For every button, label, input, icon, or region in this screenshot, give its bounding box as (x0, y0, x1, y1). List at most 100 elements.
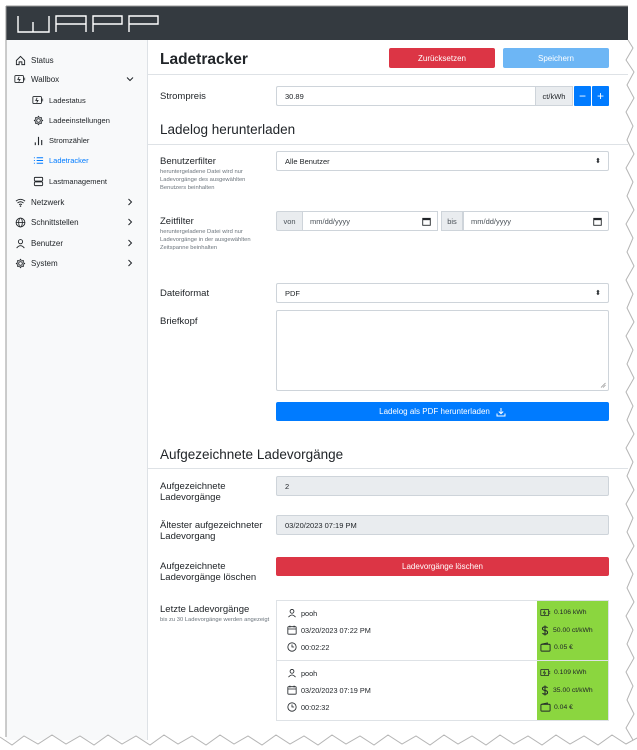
warp-logo (17, 15, 159, 33)
main-content: Ladetracker Zurücksetzen Speichern Strom… (148, 40, 628, 740)
charger-icon (32, 94, 44, 106)
clock-icon (287, 642, 297, 652)
charger-icon (540, 608, 551, 617)
decrement-button[interactable]: − (574, 86, 591, 106)
section-title-recorded: Aufgezeichnete Ladevorgänge (160, 447, 344, 462)
sidebar-item-label: Benutzer (31, 238, 64, 248)
last-sessions-label: Letzte Ladevorgänge (160, 604, 250, 615)
from-date-input[interactable]: mm/dd/yyyy (302, 211, 438, 231)
dollar-icon (541, 625, 549, 636)
home-icon (14, 54, 26, 66)
page-title: Ladetracker (160, 51, 248, 68)
dollar-icon (541, 685, 549, 696)
session-price: 35.00 ct/kWh (540, 685, 593, 696)
increment-button[interactable]: + (592, 86, 609, 106)
sidebar-item-ladestatus[interactable]: Ladestatus (6, 90, 148, 110)
list-icon (32, 154, 44, 166)
to-label: bis (441, 211, 463, 231)
count-label: Aufgezeichnete Ladevorgänge (160, 481, 226, 503)
user-filter-hint: heruntergeladene Datei wird nur Ladevorg… (160, 169, 246, 191)
charger-icon (14, 73, 26, 85)
price-input[interactable]: 30.89 (276, 86, 536, 106)
session-user: pooh (287, 668, 317, 678)
delete-label: Aufgezeichnete Ladevorgänge löschen (160, 561, 257, 583)
oldest-label: Ältester aufgezeichneter Ladevorgang (160, 520, 263, 542)
download-button-label: Ladelog als PDF herunterladen (379, 407, 490, 416)
user-icon (14, 237, 26, 249)
time-filter-hint: heruntergeladene Datei wird nur Ladevorg… (160, 229, 251, 251)
to-date-placeholder: mm/dd/yyyy (471, 216, 512, 226)
chevron-right-icon (128, 198, 133, 206)
sidebar-item-netzwerk[interactable]: Netzwerk (6, 192, 148, 212)
session-card: pooh 03/20/2023 07:22 PM 00:02:22 0.106 … (276, 600, 609, 661)
price-unit: ct/kWh (535, 86, 573, 106)
bar-chart-icon (32, 134, 44, 146)
sidebar-item-benutzer[interactable]: Benutzer (6, 233, 148, 253)
session-duration: 00:02:22 (287, 642, 329, 652)
select-caret-icon: ⬍ (595, 158, 601, 165)
sidebar-item-schnittstellen[interactable]: Schnittstellen (6, 212, 148, 232)
delete-sessions-button[interactable]: Ladevorgänge löschen (276, 557, 609, 576)
download-button[interactable]: Ladelog als PDF herunterladen (276, 402, 609, 421)
user-icon (288, 669, 296, 678)
sidebar-item-label: Ladestatus (49, 95, 86, 105)
file-format-select[interactable]: PDF ⬍ (276, 283, 609, 303)
calendar-icon[interactable] (593, 217, 602, 226)
server-icon (32, 175, 44, 187)
oldest-value: 03/20/2023 07:19 PM (276, 515, 609, 535)
sidebar-item-system[interactable]: System (6, 253, 148, 273)
file-format-label: Dateiformat (160, 288, 210, 299)
session-card: pooh 03/20/2023 07:19 PM 00:02:32 0.109 … (276, 660, 609, 721)
file-format-value: PDF (285, 288, 300, 298)
charger-icon (540, 668, 551, 677)
session-summary: 0.109 kWh 35.00 ct/kWh 0.04 € (537, 661, 608, 720)
download-icon (496, 407, 506, 416)
session-summary: 0.106 kWh 50.00 ct/kWh 0.05 € (537, 601, 608, 660)
letterhead-textarea[interactable] (276, 310, 609, 391)
chevron-right-icon (128, 218, 133, 226)
divider (148, 74, 628, 75)
select-caret-icon: ⬍ (595, 290, 601, 297)
sidebar-item-status[interactable]: Status (6, 50, 148, 70)
count-value: 2 (276, 476, 609, 496)
session-cost: 0.05 € (540, 642, 573, 652)
calendar-icon[interactable] (422, 217, 431, 226)
session-date: 03/20/2023 07:19 PM (287, 685, 371, 695)
sidebar-item-label: Netzwerk (31, 197, 65, 207)
sidebar-item-ladetracker[interactable]: Ladetracker (6, 150, 148, 170)
chevron-right-icon (128, 239, 133, 247)
user-filter-value: Alle Benutzer (285, 156, 330, 166)
time-filter-label: Zeitfilter (160, 216, 194, 227)
calendar-icon (287, 625, 297, 635)
sidebar-item-label: Ladetracker (49, 155, 89, 165)
letterhead-label: Briefkopf (160, 316, 198, 327)
gear-icon (14, 257, 26, 269)
sidebar-item-wallbox[interactable]: Wallbox (6, 69, 148, 89)
price-label: Strompreis (160, 91, 206, 102)
top-navbar (6, 6, 628, 40)
session-energy: 0.106 kWh (540, 608, 587, 617)
chevron-down-icon (126, 77, 134, 82)
sidebar-item-stromzaehler[interactable]: Stromzähler (6, 130, 148, 150)
globe-icon (14, 216, 26, 228)
reset-button[interactable]: Zurücksetzen (389, 48, 495, 68)
user-filter-select[interactable]: Alle Benutzer ⬍ (276, 151, 609, 171)
resize-handle-icon[interactable] (600, 382, 606, 388)
sidebar-item-lastmanagement[interactable]: Lastmanagement (6, 171, 148, 191)
session-date: 03/20/2023 07:22 PM (287, 625, 371, 635)
divider (148, 144, 628, 145)
sidebar-item-ladeeinstellungen[interactable]: Ladeeinstellungen (6, 110, 148, 130)
wallet-icon (540, 642, 551, 652)
calendar-icon (287, 685, 297, 695)
section-title-download: Ladelog herunterladen (160, 122, 296, 137)
from-date-placeholder: mm/dd/yyyy (310, 216, 351, 226)
sidebar: Status Wallbox Ladestatus Ladeeinstellun… (6, 40, 148, 740)
sidebar-item-label: Status (31, 55, 54, 65)
session-cost: 0.04 € (540, 702, 573, 712)
sidebar-item-label: Lastmanagement (49, 176, 107, 186)
save-button[interactable]: Speichern (503, 48, 609, 68)
to-date-input[interactable]: mm/dd/yyyy (463, 211, 609, 231)
gear-icon (32, 114, 44, 126)
session-energy: 0.109 kWh (540, 668, 587, 677)
divider (148, 468, 628, 469)
